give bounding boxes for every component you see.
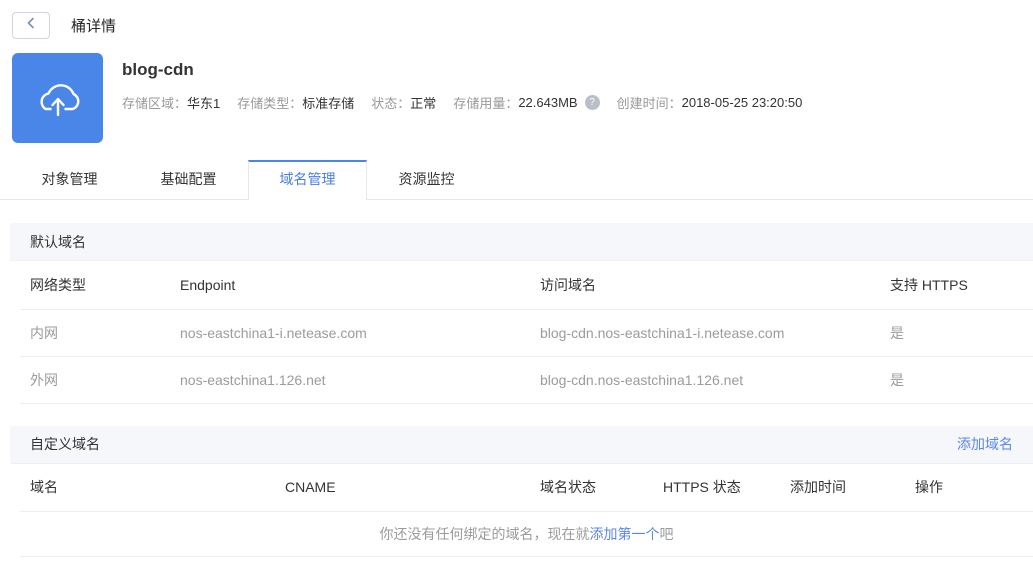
section-title: 自定义域名	[30, 436, 100, 452]
empty-state: 你还没有任何绑定的域名，现在就添加第一个吧	[20, 512, 1033, 557]
info-region: 存储区域： 华东1	[122, 93, 220, 112]
bucket-name: blog-cdn	[122, 60, 194, 79]
info-label: 状态：	[371, 96, 411, 111]
custom-domain-table: 域名 CNAME 域名状态 HTTPS 状态 添加时间 操作	[20, 463, 1033, 512]
default-domain-table: 网络类型 Endpoint 访问域名 支持 HTTPS 内网 nos-eastc…	[20, 261, 1033, 404]
help-question-icon[interactable]: ?	[584, 95, 600, 110]
table-header-row: 网络类型 Endpoint 访问域名 支持 HTTPS	[20, 261, 1033, 310]
custom-domain-section-header: 自定义域名 添加域名	[10, 425, 1033, 464]
empty-state-text: 吧	[659, 526, 674, 542]
tab-domain-management[interactable]: 域名管理	[248, 160, 367, 200]
cell-https-support: 是	[880, 309, 1033, 357]
back-row: 桶详情	[12, 12, 1033, 39]
info-value: 22.643MB	[518, 95, 578, 110]
info-value: 正常	[410, 96, 437, 111]
tab-object-management[interactable]: 对象管理	[10, 160, 129, 199]
col-header-network-type: 网络类型	[20, 261, 170, 310]
table-row-internal: 内网 nos-eastchina1-i.netease.com blog-cdn…	[20, 309, 1033, 357]
cell-access-domain: blog-cdn.nos-eastchina1-i.netease.com	[530, 309, 880, 357]
col-header-endpoint: Endpoint	[170, 261, 530, 310]
cell-https-support: 是	[880, 356, 1033, 404]
tab-bar: 对象管理 基础配置 域名管理 资源监控	[0, 160, 1033, 200]
empty-state-text: 你还没有任何绑定的域名，现在就	[379, 526, 590, 542]
info-label: 存储区域：	[122, 96, 188, 111]
col-header-https-support: 支持 HTTPS	[880, 261, 1033, 310]
info-value: 标准存储	[302, 96, 355, 111]
bucket-cloud-upload-icon	[12, 53, 103, 143]
info-value: 华东1	[187, 96, 221, 111]
tab-content: 默认域名 网络类型 Endpoint 访问域名 支持 HTTPS 内网 nos-…	[10, 223, 1033, 557]
cell-endpoint: nos-eastchina1-i.netease.com	[170, 309, 530, 357]
col-header-add-time: 添加时间	[780, 463, 905, 512]
add-first-domain-link[interactable]: 添加第一个	[590, 526, 660, 542]
info-label: 存储用量：	[453, 96, 519, 111]
col-header-https-status: HTTPS 状态	[653, 463, 780, 512]
cell-endpoint: nos-eastchina1.126.net	[170, 356, 530, 404]
col-header-actions: 操作	[905, 463, 1033, 512]
section-title: 默认域名	[30, 233, 86, 250]
table-row-external: 外网 nos-eastchina1.126.net blog-cdn.nos-e…	[20, 356, 1033, 404]
page-title: 桶详情	[71, 18, 117, 35]
col-header-access-domain: 访问域名	[530, 261, 880, 310]
tab-resource-monitor[interactable]: 资源监控	[367, 160, 486, 199]
cell-network-type: 外网	[20, 356, 170, 404]
info-status: 状态： 正常	[371, 93, 436, 112]
bucket-meta: blog-cdn 存储区域： 华东1 存储类型： 标准存储 状态： 正常 存储用…	[122, 53, 802, 143]
default-domain-section-header: 默认域名	[10, 223, 1033, 261]
chevron-left-icon	[25, 16, 37, 35]
tab-basic-config[interactable]: 基础配置	[129, 160, 248, 199]
cell-network-type: 内网	[20, 309, 170, 357]
info-value: 2018-05-25 23:20:50	[681, 95, 803, 110]
bucket-info-row: 存储区域： 华东1 存储类型： 标准存储 状态： 正常 存储用量： 22.643…	[122, 93, 802, 112]
add-domain-link[interactable]: 添加域名	[957, 434, 1013, 454]
col-header-domain-status: 域名状态	[530, 463, 653, 512]
col-header-cname: CNAME	[275, 463, 530, 512]
info-created: 创建时间： 2018-05-25 23:20:50	[617, 93, 803, 112]
info-label: 存储类型：	[237, 96, 303, 111]
info-label: 创建时间：	[616, 96, 682, 111]
info-usage: 存储用量： 22.643MB ?	[453, 93, 600, 112]
back-button[interactable]	[12, 12, 50, 39]
table-header-row: 域名 CNAME 域名状态 HTTPS 状态 添加时间 操作	[20, 463, 1033, 512]
bucket-header: blog-cdn 存储区域： 华东1 存储类型： 标准存储 状态： 正常 存储用…	[12, 53, 1033, 143]
info-storage-type: 存储类型： 标准存储	[237, 93, 354, 112]
cell-access-domain: blog-cdn.nos-eastchina1.126.net	[530, 356, 880, 404]
col-header-domain: 域名	[20, 463, 275, 512]
